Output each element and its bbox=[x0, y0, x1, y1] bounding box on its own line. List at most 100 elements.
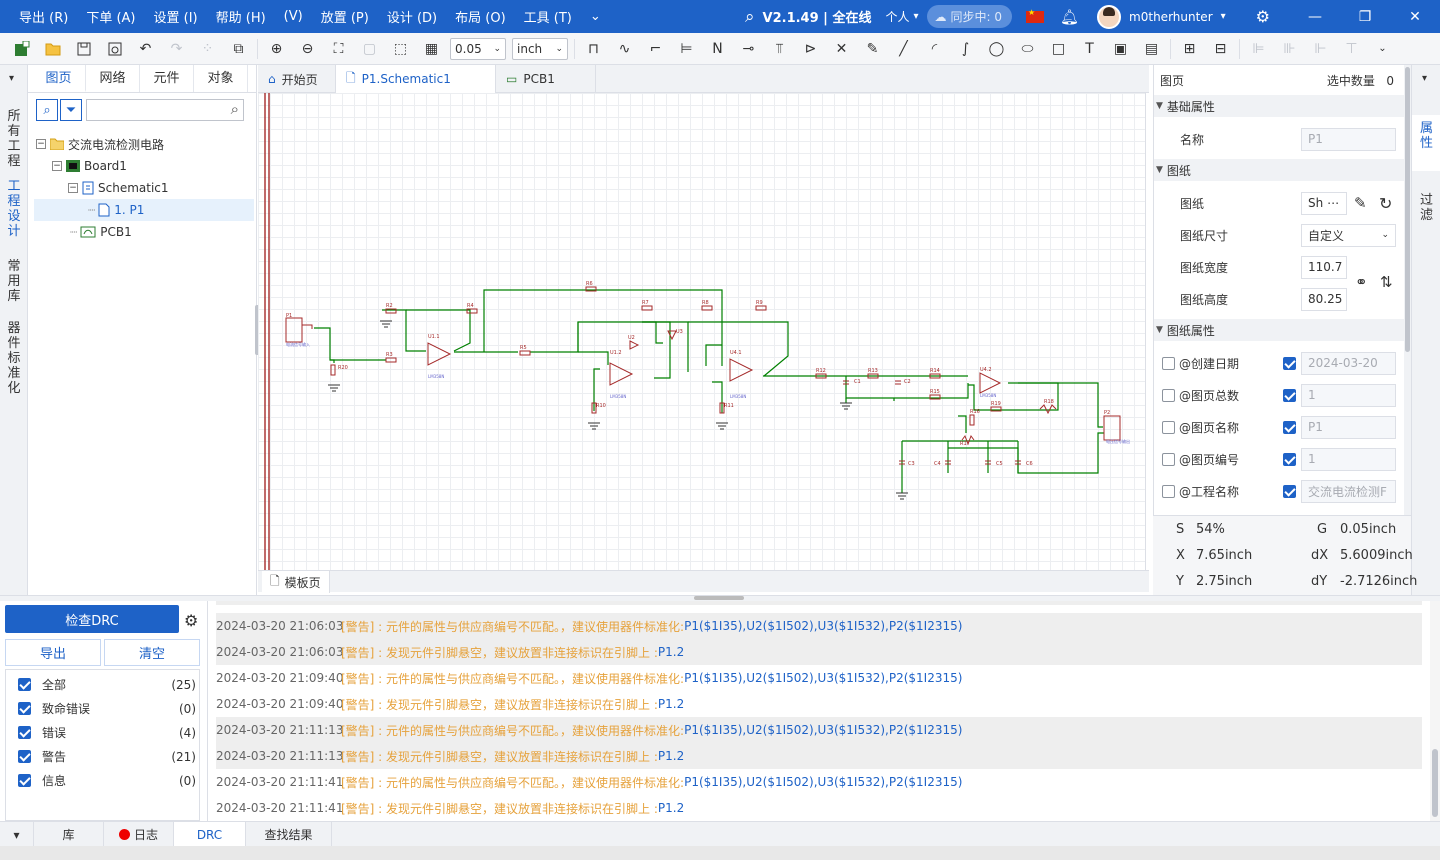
line-icon[interactable]: ╱ bbox=[888, 36, 919, 62]
net-port-icon[interactable]: ⊳ bbox=[795, 36, 826, 62]
fit-view-icon[interactable]: ⛶ bbox=[323, 36, 354, 62]
menu-tools[interactable]: 工具 (T) bbox=[515, 7, 581, 26]
net-label-icon[interactable]: N bbox=[702, 36, 733, 62]
vtab-common-library[interactable]: 常用库 bbox=[5, 259, 23, 304]
grid-icon[interactable]: ▦ bbox=[416, 36, 447, 62]
filter-info[interactable]: 信息 (0) bbox=[18, 772, 196, 789]
check-drc-button[interactable]: 检查DRC bbox=[5, 605, 179, 633]
copy-format-icon[interactable]: ⁘ bbox=[192, 36, 223, 62]
tree-item-schematic[interactable]: − Schematic1 bbox=[68, 177, 169, 199]
close-icon[interactable]: ✕ bbox=[1390, 9, 1440, 25]
vtab-project-design[interactable]: 工程设计 bbox=[5, 179, 23, 239]
scrollbar-thumb[interactable] bbox=[1405, 67, 1410, 352]
menu-export[interactable]: 导出 (R) bbox=[0, 7, 77, 26]
attr-enabled-checkbox[interactable] bbox=[1283, 452, 1296, 466]
filter-error[interactable]: 错误 (4) bbox=[18, 724, 196, 741]
unit-select[interactable]: inch ⌄ bbox=[512, 37, 568, 60]
log-row[interactable]: 2024-03-20 21:11:41 [警告] : 发现元件引脚悬空，建议放置非… bbox=[216, 795, 1422, 821]
section-sheet[interactable]: ▼ 图纸 bbox=[1154, 159, 1404, 181]
tab-log[interactable]: 日志 bbox=[104, 822, 174, 847]
log-row[interactable]: 2024-03-20 21:11:13 [警告] : 元件的属性与供应商编号不匹配… bbox=[216, 717, 1422, 743]
splitter-grip[interactable] bbox=[694, 596, 744, 600]
filter-all[interactable]: 全部 (25) bbox=[18, 676, 196, 693]
sheet-field[interactable]: Sh ⋯ bbox=[1301, 191, 1347, 215]
zoom-selection-icon[interactable]: ▢ bbox=[354, 36, 385, 62]
pin-icon[interactable]: ▾ bbox=[1422, 73, 1427, 84]
menu-order[interactable]: 下单 (A) bbox=[77, 7, 144, 26]
attr-value[interactable]: 2024-03-20 bbox=[1301, 351, 1396, 375]
rectangle-icon[interactable]: □ bbox=[1043, 36, 1074, 62]
attr-visible-checkbox[interactable] bbox=[1162, 420, 1175, 434]
edit-icon[interactable]: ✎ bbox=[1354, 194, 1367, 212]
menu-settings[interactable]: 设置 (I) bbox=[144, 7, 206, 26]
more-icon[interactable]: ⋯ bbox=[1327, 196, 1339, 210]
vtab-all-projects[interactable]: 所有工程 bbox=[5, 109, 23, 169]
zoom-out-icon[interactable]: ⊖ bbox=[292, 36, 323, 62]
bom-icon[interactable]: ⊞ bbox=[1174, 36, 1205, 62]
log-scrollbar[interactable] bbox=[1430, 601, 1440, 821]
log-row[interactable]: 2024-03-20 21:09:40 [警告] : 元件的属性与供应商编号不匹配… bbox=[216, 665, 1422, 691]
circle-icon[interactable]: ◯ bbox=[981, 36, 1012, 62]
refresh-icon[interactable]: ↻ bbox=[1379, 194, 1392, 213]
scrollbar-thumb[interactable] bbox=[1432, 749, 1438, 817]
log-link[interactable]: P1($1I35),U2($1I502),U3($1I532),P2($1I23… bbox=[684, 671, 962, 685]
log-link[interactable]: P1.2 bbox=[658, 801, 684, 815]
collapse-icon[interactable]: − bbox=[52, 161, 62, 171]
attr-visible-checkbox[interactable] bbox=[1162, 388, 1175, 402]
clear-button[interactable]: 清空 bbox=[104, 639, 200, 666]
attr-enabled-checkbox[interactable] bbox=[1283, 420, 1296, 434]
log-link[interactable]: P1.2 bbox=[658, 645, 684, 659]
attr-visible-checkbox[interactable] bbox=[1162, 484, 1175, 498]
name-field[interactable]: P1 bbox=[1301, 127, 1396, 151]
tab-objects[interactable]: 对象 bbox=[194, 65, 248, 92]
tree-item-page-p1[interactable]: ┈ 1. P1 bbox=[34, 199, 254, 221]
sheet-size-select[interactable]: 自定义 ⌄ bbox=[1301, 223, 1396, 247]
log-row[interactable]: 2024-03-20 21:09:40 [警告] : 发现元件引脚悬空，建议放置非… bbox=[216, 691, 1422, 717]
log-link[interactable]: P1.2 bbox=[658, 697, 684, 711]
filter-checkbox[interactable] bbox=[18, 678, 31, 691]
mode-chevron-icon[interactable]: ▾ bbox=[913, 11, 918, 22]
bezier-icon[interactable]: ∫ bbox=[950, 36, 981, 62]
vtab-filter[interactable]: 过滤 bbox=[1412, 187, 1440, 227]
table-icon[interactable]: ▤ bbox=[1136, 36, 1167, 62]
align-left-icon[interactable]: ⊫ bbox=[1243, 36, 1274, 62]
netlist-icon[interactable]: ⊟ bbox=[1205, 36, 1236, 62]
attr-value[interactable]: P1 bbox=[1301, 415, 1396, 439]
collapse-icon[interactable]: − bbox=[36, 139, 46, 149]
china-flag-icon[interactable] bbox=[1026, 8, 1044, 23]
attr-visible-checkbox[interactable] bbox=[1162, 356, 1175, 370]
attr-value[interactable]: 1 bbox=[1301, 447, 1396, 471]
image-icon[interactable]: ▣ bbox=[1105, 36, 1136, 62]
property-scrollbar[interactable] bbox=[1404, 65, 1411, 515]
tab-start-page[interactable]: ⌂ 开始页 bbox=[258, 65, 336, 93]
menu-design[interactable]: 设计 (D) bbox=[378, 7, 446, 26]
probe-icon[interactable]: ✎ bbox=[857, 36, 888, 62]
tree-item-project[interactable]: − 交流电流检测电路 bbox=[36, 133, 164, 155]
redo-icon[interactable]: ↷ bbox=[161, 36, 192, 62]
search-icon[interactable]: ⌕ bbox=[745, 7, 755, 27]
attr-visible-checkbox[interactable] bbox=[1162, 452, 1175, 466]
sheet-height-field[interactable]: 80.25 bbox=[1301, 287, 1347, 311]
tree-search-input[interactable] bbox=[86, 99, 244, 121]
bus-icon[interactable]: ⌐ bbox=[640, 36, 671, 62]
save-icon[interactable] bbox=[68, 36, 99, 62]
tab-template[interactable]: 🗋︎ 模板页 bbox=[262, 571, 330, 593]
align-center-icon[interactable]: ⊪ bbox=[1274, 36, 1305, 62]
lock-aspect-icon[interactable]: ⚭ bbox=[1355, 273, 1368, 291]
attr-value[interactable]: 交流电流检测F bbox=[1301, 479, 1396, 503]
log-row[interactable]: 2024-03-20 21:11:13 [警告] : 发现元件引脚悬空，建议放置非… bbox=[216, 743, 1422, 769]
minimize-icon[interactable]: — bbox=[1290, 9, 1340, 25]
gear-icon[interactable]: ⚙ bbox=[1256, 7, 1270, 26]
tab-components[interactable]: 元件 bbox=[140, 65, 194, 92]
menu-layout[interactable]: 布局 (O) bbox=[446, 7, 515, 26]
align-right-icon[interactable]: ⊩ bbox=[1305, 36, 1336, 62]
attr-value[interactable]: 1 bbox=[1301, 383, 1396, 407]
align-top-icon[interactable]: ⊤ bbox=[1336, 36, 1367, 62]
avatar[interactable] bbox=[1097, 4, 1122, 29]
filter-fatal[interactable]: 致命错误 (0) bbox=[18, 700, 196, 717]
component-icon[interactable]: ⊓ bbox=[578, 36, 609, 62]
log-row[interactable]: 2024-03-20 21:06:03 [警告] : 发现元件引脚悬空，建议放置非… bbox=[216, 639, 1422, 665]
save-all-icon[interactable] bbox=[99, 36, 130, 62]
find-icon[interactable]: ⧉ bbox=[223, 36, 254, 62]
schematic-drawing[interactable]: P1 R2 R4 R3 R20 U1.1 R5 R6 R7 R8 R9 U1.2 U4.1 R10… bbox=[258, 93, 1146, 570]
